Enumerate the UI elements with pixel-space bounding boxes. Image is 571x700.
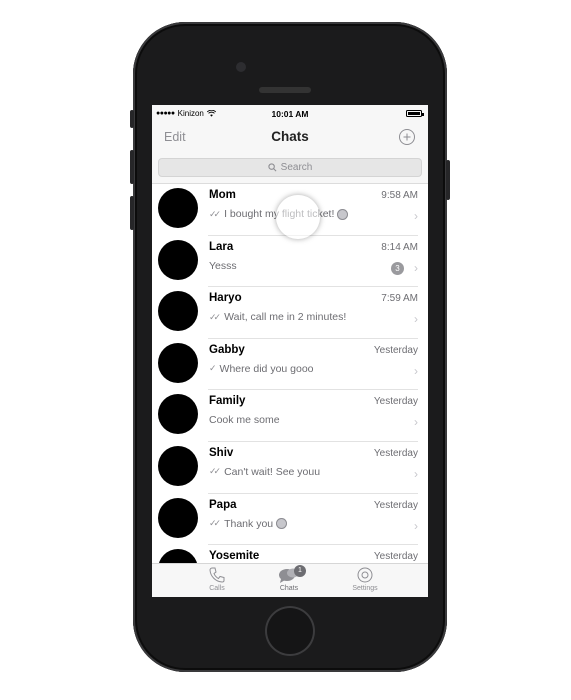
tab-chats[interactable]: 1 Chats [259, 565, 319, 592]
chat-name: Lara [209, 240, 234, 253]
phone-screen: ●●●●● Kinizon 10:01 AM Edit Chats Search… [152, 105, 428, 597]
tab-settings[interactable]: Settings [335, 566, 395, 592]
status-time: 10:01 AM [271, 109, 309, 119]
avatar [158, 394, 198, 435]
search-icon [268, 163, 277, 172]
volume-down-button [130, 196, 134, 230]
chat-time: 9:58 AM [381, 190, 418, 201]
chat-list: Mom 9:58 AM ✓✓ I bought my flight ticket… [152, 184, 428, 597]
emoji-icon [337, 208, 349, 220]
chat-row-lara[interactable]: Lara 8:14 AM Yesss 3 › [152, 236, 428, 288]
chat-time: 7:59 AM [381, 293, 418, 305]
chat-preview: ✓✓ Can't wait! See youu [209, 466, 320, 478]
double-check-icon: ✓✓ [209, 311, 221, 322]
chat-message: Yesss [209, 259, 237, 272]
tab-bar: Calls 1 Chats Settings [152, 563, 428, 597]
chat-message: Where did you gooo [219, 362, 314, 375]
chat-preview: Yesss [209, 260, 237, 272]
front-camera [236, 62, 246, 72]
check-icon: ✓ [209, 363, 216, 374]
chat-message: Wait, call me in 2 minutes! [224, 311, 347, 324]
chat-time: Yesterday [373, 447, 418, 459]
battery-icon [406, 110, 424, 117]
chat-preview: ✓ Where did you gooo [209, 363, 314, 375]
chat-name: Haryo [209, 292, 242, 305]
chevron-right-icon: › [414, 260, 418, 275]
chat-preview: ✓✓ Thank you [209, 517, 288, 530]
chevron-right-icon: › [414, 312, 418, 327]
tab-calls[interactable]: Calls [187, 566, 247, 592]
home-button[interactable] [265, 606, 315, 656]
chat-time: Yesterday [373, 396, 418, 408]
search-bar: Search [152, 153, 428, 184]
power-button [446, 160, 450, 200]
chevron-right-icon: › [414, 518, 418, 533]
chat-name: Gabby [209, 343, 245, 356]
tab-calls-label: Calls [209, 585, 225, 592]
chat-name: Papa [209, 498, 237, 511]
emoji-icon [276, 518, 288, 530]
gear-icon [357, 567, 373, 583]
double-check-icon: ✓✓ [209, 518, 221, 529]
tab-chats-label: Chats [279, 585, 299, 592]
double-check-icon: ✓✓ [209, 208, 221, 219]
avatar [158, 239, 198, 280]
search-input[interactable]: Search [158, 158, 422, 177]
volume-up-button [130, 150, 134, 184]
avatar [158, 291, 198, 332]
navigation-bar: Edit Chats [152, 123, 428, 153]
chat-preview: Cook me some [209, 414, 280, 426]
tab-settings-label: Settings [352, 585, 378, 592]
chat-name: Family [209, 395, 246, 408]
chat-message: Cook me some [209, 414, 280, 427]
chat-row-shiv[interactable]: Shiv Yesterday ✓✓ Can't wait! See youu › [152, 442, 428, 494]
chat-row-haryo[interactable]: Haryo 7:59 AM ✓✓ Wait, call me in 2 minu… [152, 287, 428, 339]
chat-name: Mom [209, 189, 236, 201]
chat-preview: ✓✓ Wait, call me in 2 minutes! [209, 311, 346, 323]
chat-row-papa[interactable]: Papa Yesterday ✓✓ Thank you › [152, 494, 428, 546]
page-title: Chats [271, 129, 309, 144]
unread-badge: 3 [391, 261, 404, 275]
new-chat-icon[interactable] [398, 128, 416, 146]
chat-name: Shiv [209, 446, 234, 459]
chat-row-gabby[interactable]: Gabby Yesterday ✓ Where did you gooo › [152, 339, 428, 391]
chat-name: Yosemite [209, 550, 260, 563]
chat-time: 8:14 AM [381, 241, 418, 253]
chat-time: Yesterday [373, 344, 418, 356]
chat-row-family[interactable]: Family Yesterday Cook me some › [152, 390, 428, 442]
phone-icon [209, 567, 225, 583]
earpiece-speaker [259, 87, 311, 93]
avatar [158, 188, 198, 228]
touch-indicator [276, 195, 320, 239]
chevron-right-icon: › [414, 209, 418, 223]
search-placeholder: Search [280, 162, 313, 173]
double-check-icon: ✓✓ [209, 466, 221, 477]
mute-switch [130, 110, 134, 128]
chevron-right-icon: › [414, 415, 418, 430]
chevron-right-icon: › [414, 466, 418, 481]
chat-message: Thank you [224, 517, 274, 530]
avatar [158, 342, 198, 383]
avatar [158, 497, 198, 538]
chevron-right-icon: › [414, 363, 418, 378]
chats-badge: 1 [294, 565, 306, 577]
chat-time: Yesterday [373, 499, 418, 511]
status-bar: ●●●●● Kinizon 10:01 AM [152, 105, 428, 123]
chat-message: Can't wait! See youu [224, 465, 321, 478]
chat-time: Yesterday [373, 551, 418, 563]
avatar [158, 445, 198, 486]
